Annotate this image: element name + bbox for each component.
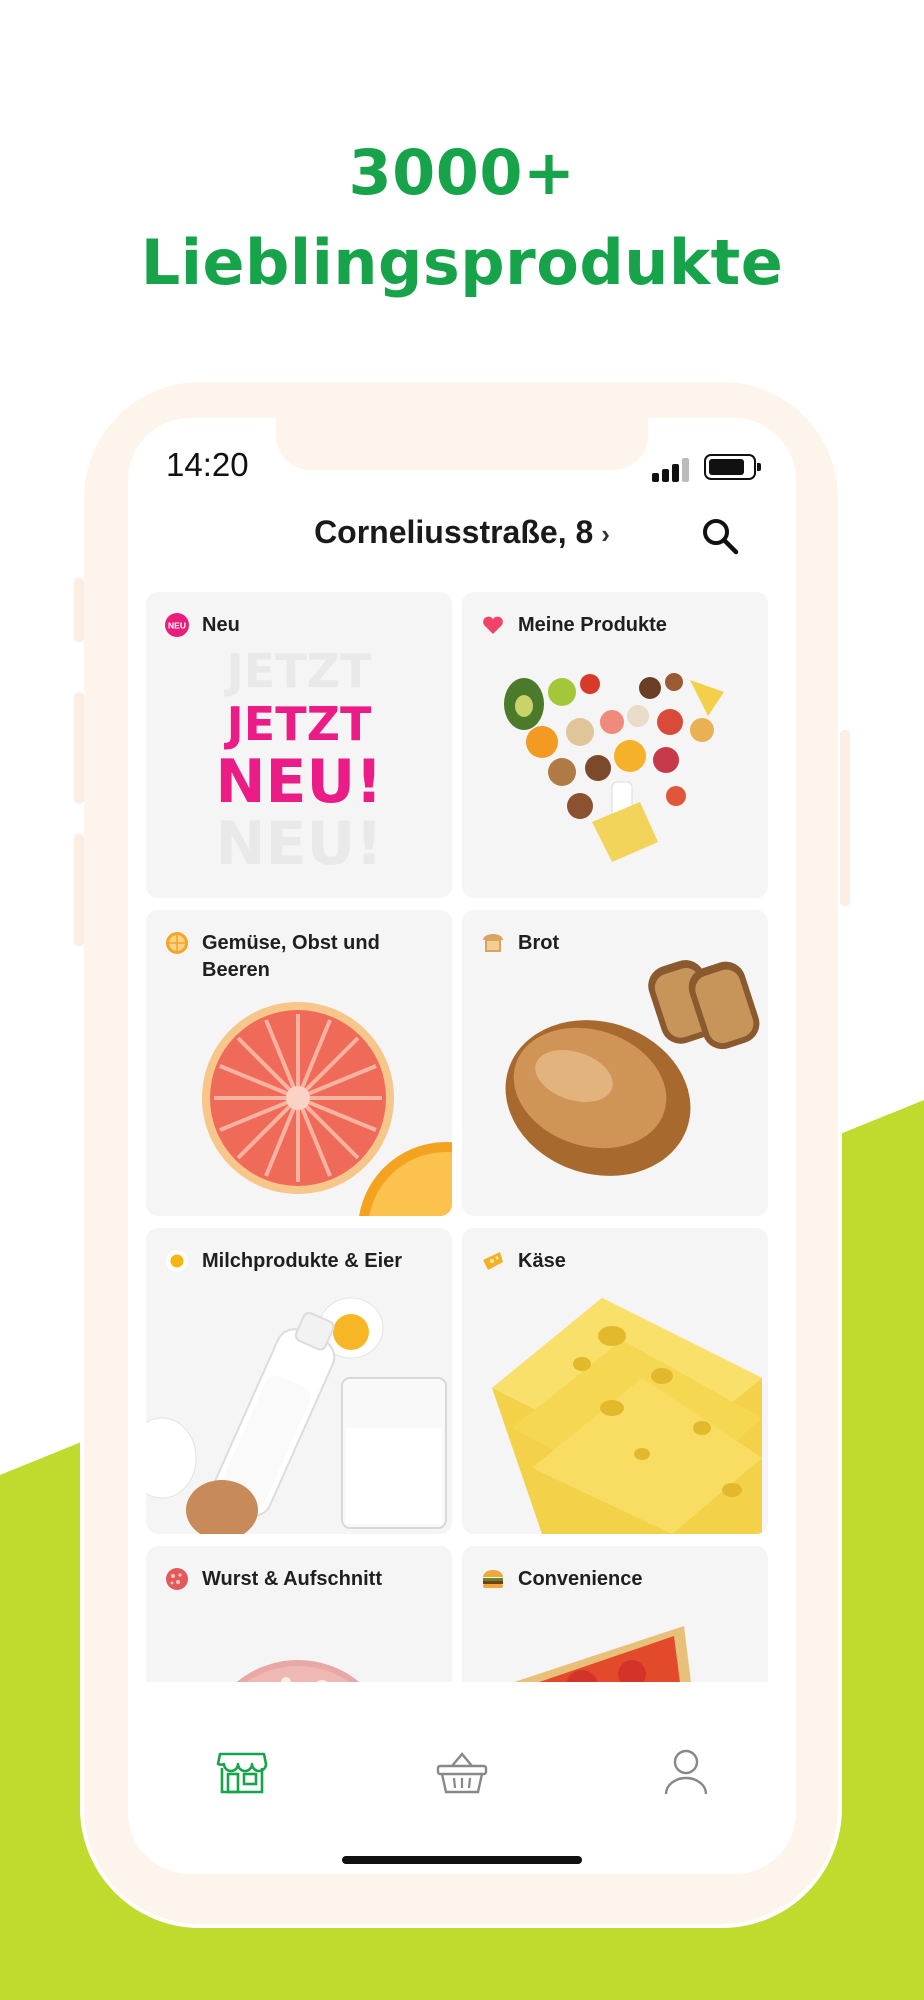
phone-side-button [74, 578, 84, 642]
cellular-signal-icon [652, 458, 692, 482]
category-card-convenience[interactable]: Convenience [462, 1546, 768, 1682]
headline-line-1: 3000+ [348, 136, 576, 209]
category-grid: NEU Neu JETZT NEU! JETZT NEU! Meine Prod… [146, 592, 768, 1682]
milk-eggs-artwork [146, 1297, 447, 1534]
bread-artwork [505, 960, 760, 1176]
art-jetzt-text: JETZT [224, 697, 372, 751]
basket-icon[interactable] [434, 1744, 490, 1800]
home-indicator [342, 1856, 582, 1864]
delivery-address-selector[interactable]: Corneliusstraße, 8 › [128, 514, 796, 551]
pizza-slice-artwork [514, 1626, 691, 1682]
art-faded-top: JETZT [224, 644, 372, 698]
address-text: Corneliusstraße, 8 [314, 514, 594, 550]
profile-icon[interactable] [658, 1744, 714, 1800]
category-card-kaese[interactable]: Käse [462, 1228, 768, 1534]
battery-icon [704, 454, 761, 480]
category-card-milchprodukte-eier[interactable]: Milchprodukte & Eier [146, 1228, 452, 1534]
art-faded-bottom: NEU! [215, 809, 382, 879]
chevron-right-icon: › [601, 519, 610, 549]
mortadella-artwork [236, 1660, 360, 1682]
promo-headline: 3000+ Lieblingsprodukte [0, 128, 924, 308]
phone-power-button [840, 730, 850, 906]
phone-screen: 14:20 Corneliusstraße, 8 › NEU Neu JETZT … [128, 418, 796, 1874]
category-card-neu[interactable]: NEU Neu JETZT NEU! JETZT NEU! [146, 592, 452, 898]
headline-line-2: Lieblingsprodukte [140, 226, 784, 299]
jetzt-neu-artwork: JETZT NEU! JETZT NEU! [215, 644, 382, 879]
status-time: 14:20 [166, 446, 249, 483]
bottom-tab-bar [128, 1716, 796, 1874]
phone-volume-up [74, 692, 84, 804]
food-heart-artwork [493, 671, 737, 870]
category-card-wurst-aufschnitt[interactable]: Wurst & Aufschnitt [146, 1546, 452, 1682]
cheese-slices-artwork [492, 1298, 762, 1534]
search-icon[interactable] [698, 514, 742, 558]
phone-notch [276, 418, 648, 470]
category-card-brot[interactable]: Brot [462, 910, 768, 1216]
phone-volume-down [74, 834, 84, 946]
category-card-gemuese-obst-beeren[interactable]: Gemüse, Obst und Beeren [146, 910, 452, 1216]
category-card-meine-produkte[interactable]: Meine Produkte [462, 592, 768, 898]
art-neu-text: NEU! [215, 747, 382, 817]
store-icon[interactable] [214, 1744, 270, 1800]
grapefruit-artwork [202, 1002, 452, 1216]
